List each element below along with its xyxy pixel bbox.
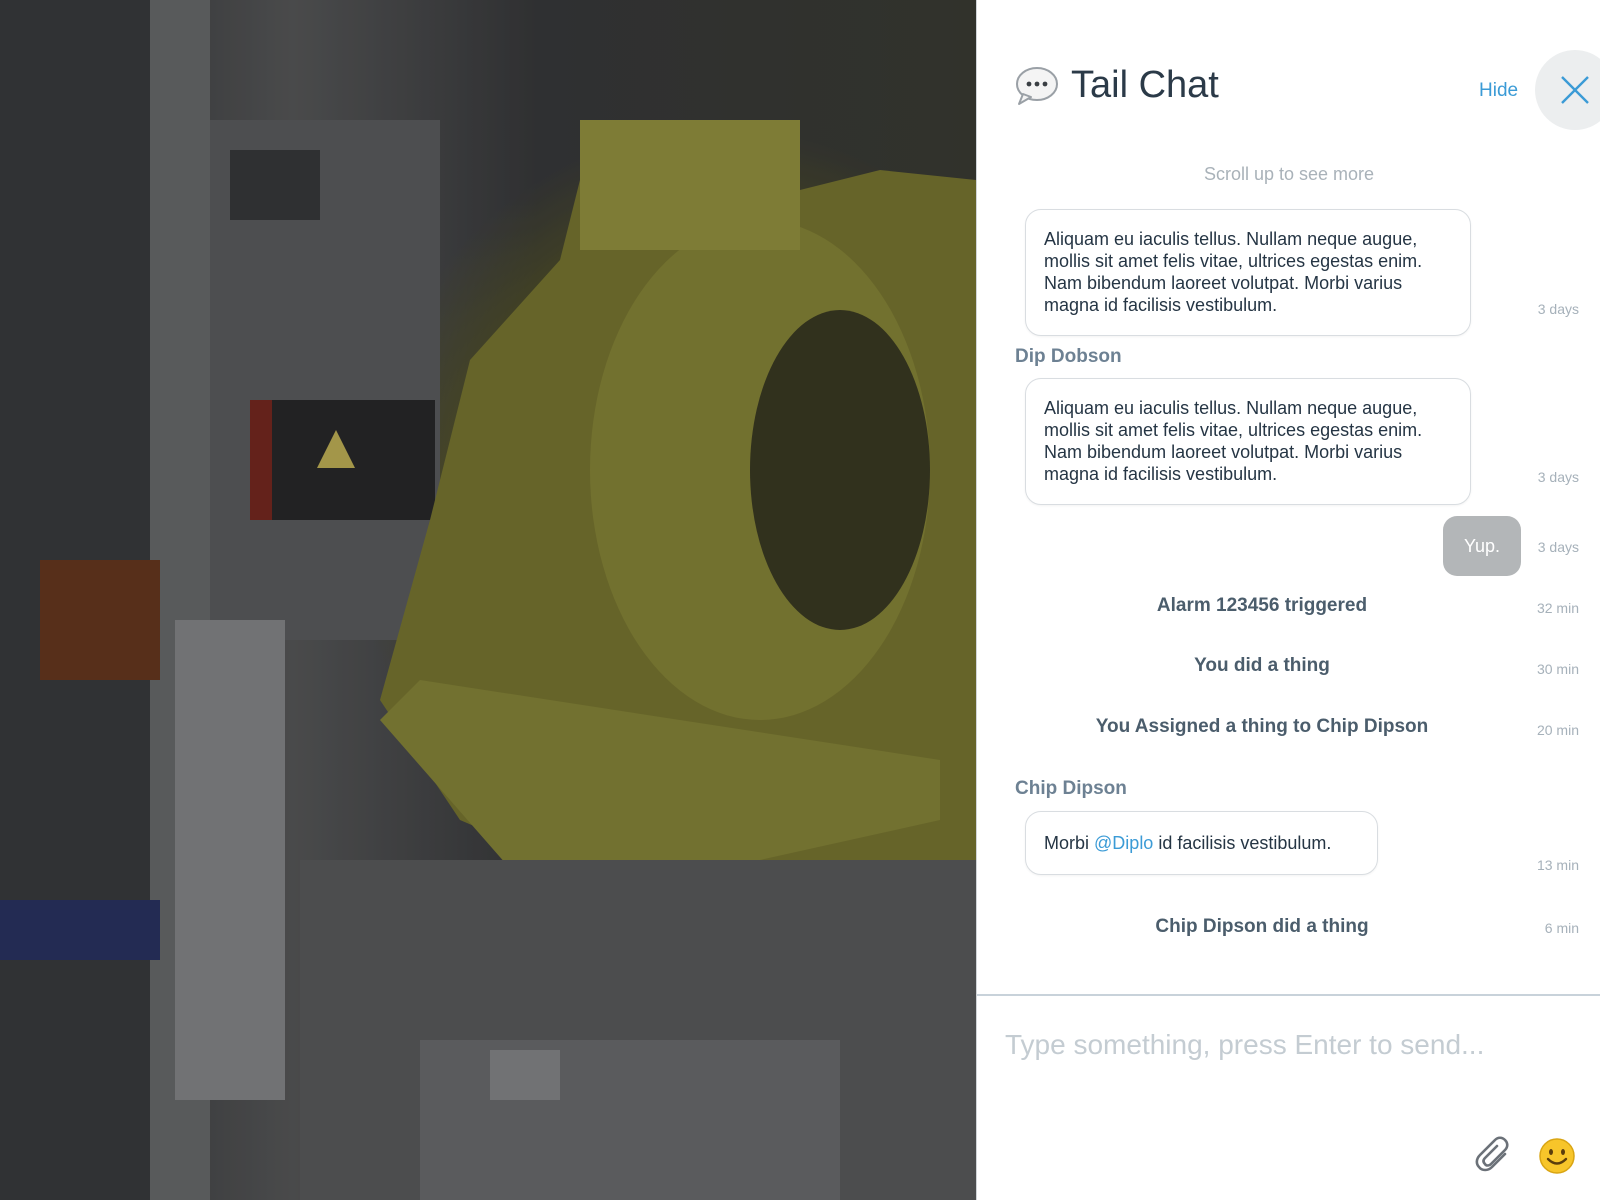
composer-divider (977, 994, 1600, 996)
message-text: id facilisis vestibulum. (1158, 833, 1332, 853)
event-line: Chip Dipson did a thing (1155, 916, 1369, 937)
event-line: You Assigned a thing to Chip Dipson (1095, 716, 1429, 737)
paperclip-icon[interactable] (1475, 1136, 1515, 1176)
message-input[interactable] (1005, 1015, 1565, 1075)
message-timestamp: 3 days (1537, 469, 1579, 485)
message-bubble: Aliquam eu iaculis tellus. Nullam neque … (1025, 378, 1471, 505)
sender-name[interactable]: Chip Dipson (1015, 778, 1127, 800)
event-line: Alarm 123456 triggered (1156, 595, 1368, 616)
chat-header: Tail Chat Hide (1015, 50, 1600, 130)
event-timestamp: 32 min (1536, 600, 1579, 616)
message-text: Aliquam eu iaculis tellus. Nullam neque … (1044, 229, 1423, 315)
message-bubble: Aliquam eu iaculis tellus. Nullam neque … (1025, 209, 1471, 336)
chat-panel: Tail Chat Hide Scroll up to see more Ali… (976, 0, 1600, 1200)
page-title: Tail Chat (1071, 64, 1219, 106)
message-text: Aliquam eu iaculis tellus. Nullam neque … (1044, 398, 1423, 484)
message-timestamp: 3 days (1537, 539, 1579, 555)
scroll-hint[interactable]: Scroll up to see more (977, 164, 1600, 185)
close-icon (1561, 76, 1589, 104)
message-text: Morbi (1044, 833, 1090, 853)
event-timestamp: 20 min (1536, 722, 1579, 738)
close-button[interactable] (1535, 50, 1600, 130)
event-line: You did a thing (1194, 655, 1330, 676)
message-bubble: Morbi @Diplo id facilisis vestibulum. (1025, 811, 1378, 875)
sender-name[interactable]: Dip Dobson (1015, 346, 1122, 368)
background-photo (0, 0, 976, 1200)
chat-bubble-icon (1015, 66, 1061, 106)
mention-link[interactable]: @Diplo (1094, 833, 1153, 853)
event-timestamp: 30 min (1536, 661, 1579, 677)
message-text: Yup. (1463, 535, 1501, 556)
message-timestamp: 3 days (1537, 301, 1579, 317)
own-message-bubble: Yup. (1443, 516, 1521, 576)
event-timestamp: 6 min (1544, 920, 1579, 936)
smiley-icon[interactable] (1537, 1136, 1577, 1176)
hide-link[interactable]: Hide (1479, 80, 1518, 102)
message-timestamp: 13 min (1536, 857, 1579, 873)
